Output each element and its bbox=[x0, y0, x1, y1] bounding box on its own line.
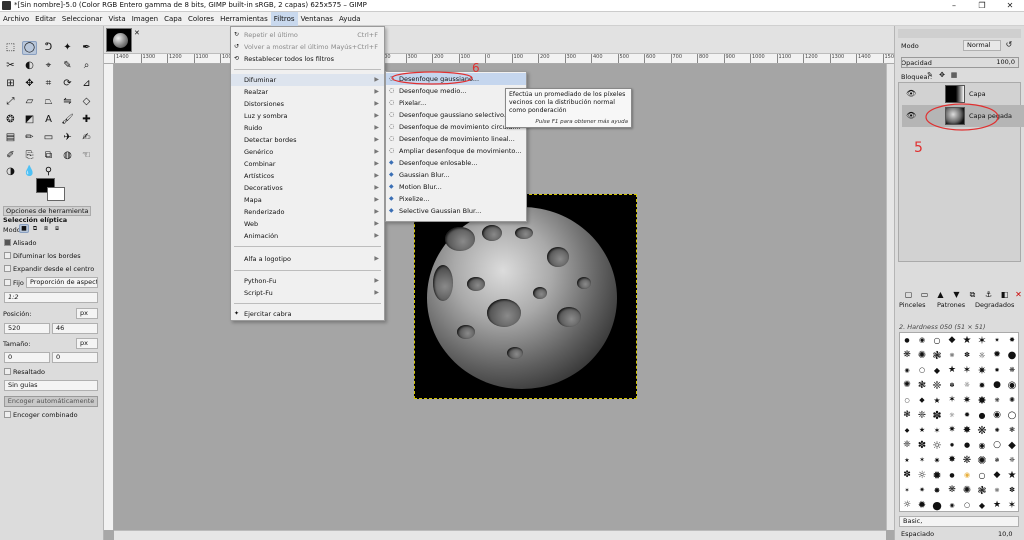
annotation-ellipse-gaussian bbox=[391, 71, 473, 85]
annotation-mark-1: 6 bbox=[472, 61, 480, 75]
annotation-mark-2: 5 bbox=[914, 140, 923, 156]
annotation-ellipse-layer bbox=[925, 103, 999, 131]
red-annotations: 6 5 bbox=[391, 61, 999, 156]
